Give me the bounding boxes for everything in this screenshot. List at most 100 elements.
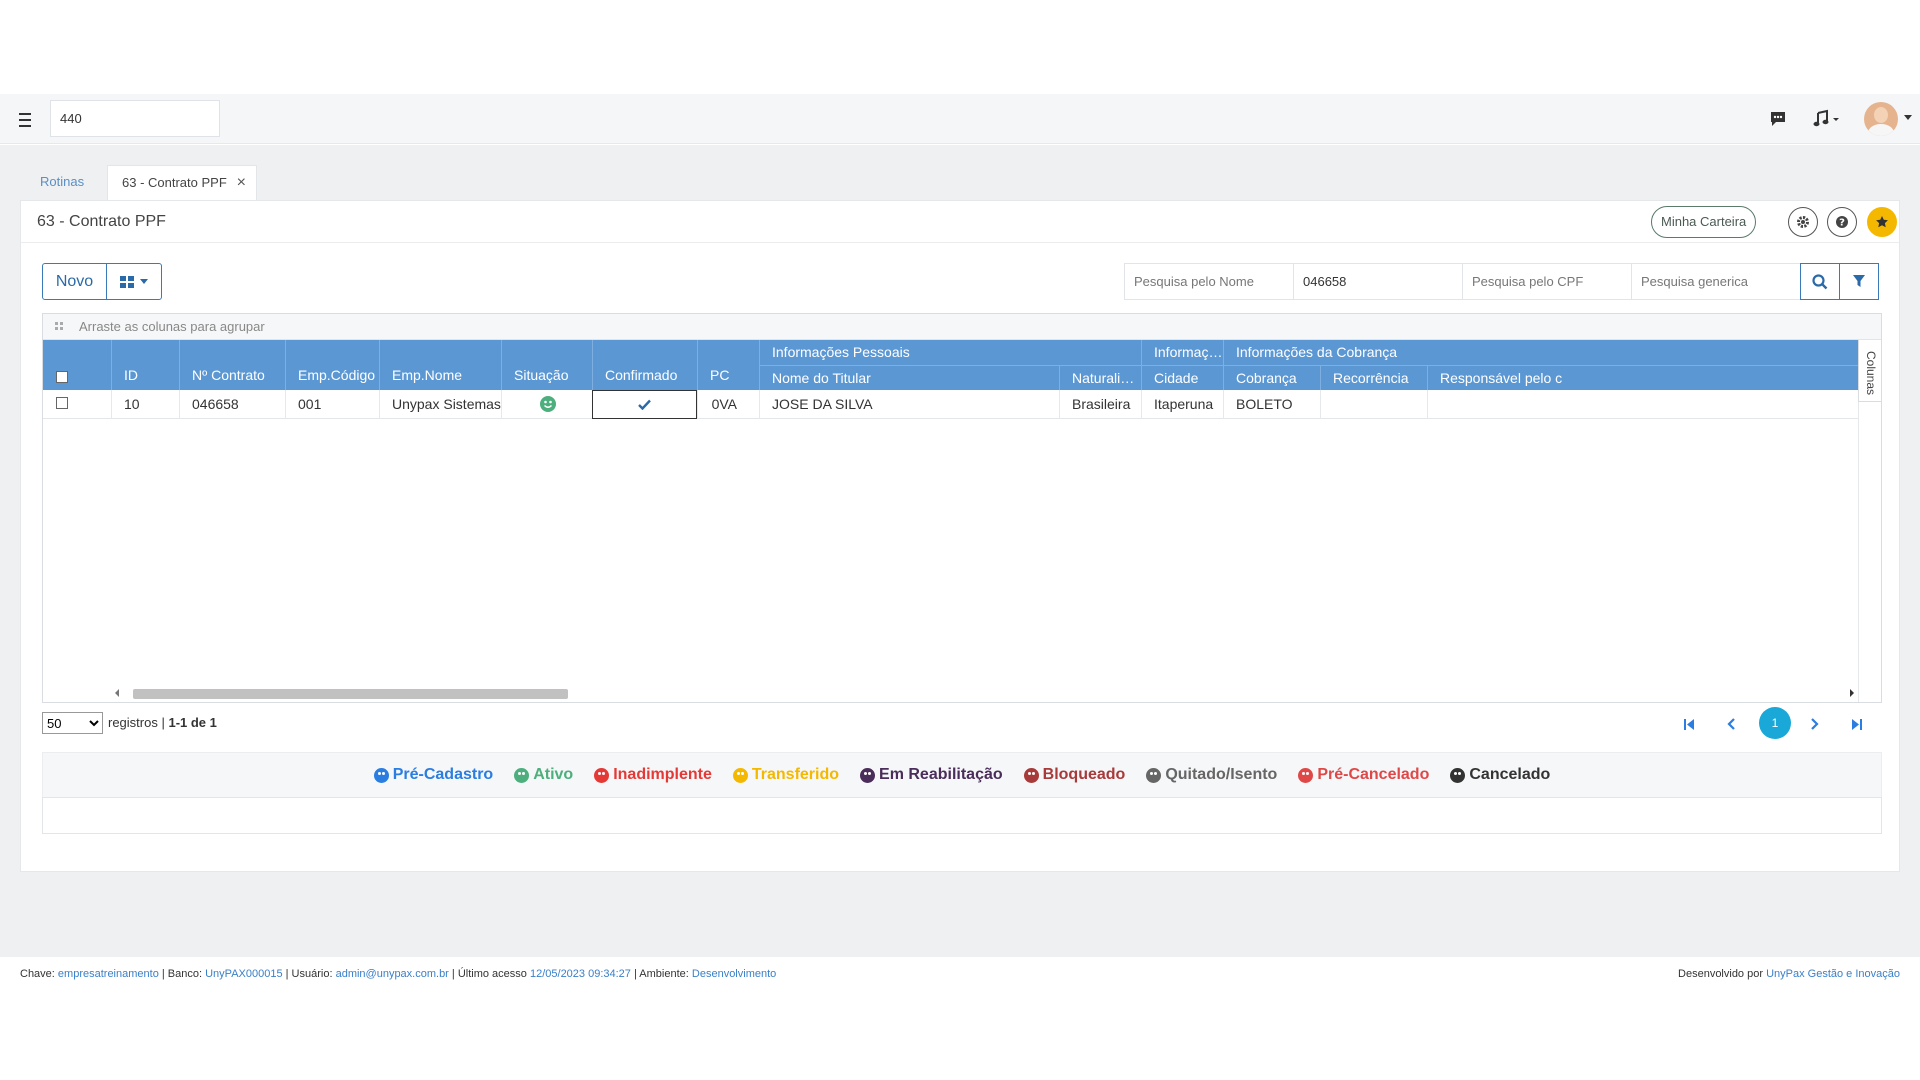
filter-button[interactable]	[1839, 263, 1879, 300]
group-drop-area[interactable]: Arraste as colunas para agrupar	[43, 314, 1881, 340]
status-face-icon	[1450, 767, 1466, 783]
row-checkbox[interactable]	[56, 397, 68, 409]
next-page-icon[interactable]	[1802, 711, 1828, 737]
colunas-toggle[interactable]: Colunas	[1858, 340, 1881, 402]
last-page-icon[interactable]	[1844, 711, 1870, 737]
chat-icon[interactable]	[1768, 108, 1788, 130]
help-icon[interactable]: ?	[1827, 207, 1857, 237]
search-generica-input[interactable]	[1631, 263, 1801, 300]
music-icon[interactable]	[1812, 108, 1842, 130]
footer-ambiente[interactable]: Desenvolvimento	[692, 968, 776, 980]
avatar[interactable]	[1864, 102, 1898, 136]
col-responsavel[interactable]: Responsável pelo c	[1427, 365, 1858, 390]
novo-button[interactable]: Novo	[42, 263, 107, 300]
col-cobranca[interactable]: Cobrança	[1223, 365, 1320, 390]
group-hint: Arraste as colunas para agrupar	[79, 319, 265, 334]
legend-item[interactable]: Em Reabilitação	[860, 766, 1003, 784]
legend-item[interactable]: Quitado/Isento	[1146, 766, 1277, 784]
horizontal-scrollbar[interactable]	[113, 686, 1858, 702]
scrollbar-thumb[interactable]	[133, 689, 568, 699]
page-current[interactable]: 1	[1759, 707, 1791, 739]
detail-area	[42, 797, 1882, 834]
footer-usuario[interactable]: admin@unypax.com.br	[336, 968, 449, 980]
search-contrato-input[interactable]	[1293, 263, 1463, 300]
col-emp-codigo[interactable]: Emp.Código	[285, 340, 379, 390]
grid-header: ID Nº Contrato Emp.Código Emp.Nome Situa…	[43, 340, 1858, 390]
legend-item[interactable]: Cancelado	[1450, 766, 1550, 784]
col-pc[interactable]: PC	[697, 340, 759, 390]
status-face-icon	[1298, 767, 1314, 783]
legend-label: Cancelado	[1469, 766, 1551, 783]
scroll-right-icon[interactable]	[1850, 689, 1854, 697]
legend-item[interactable]: Inadimplente	[594, 766, 712, 784]
select-all-checkbox[interactable]	[56, 371, 68, 383]
search-button[interactable]	[1800, 263, 1840, 300]
cell-emp-nome: Unypax Sistemas	[379, 390, 501, 419]
col-emp-nome[interactable]: Emp.Nome	[379, 340, 501, 390]
menu-icon[interactable]	[16, 107, 34, 129]
tab-contrato-ppf[interactable]: 63 - Contrato PPF ×	[107, 165, 257, 201]
contracts-grid: Arraste as colunas para agrupar ID Nº Co…	[42, 313, 1882, 703]
footer-acesso[interactable]: 12/05/2023 09:34:27	[530, 968, 631, 980]
table-row[interactable]: 10 046658 001 Unypax Sistemas 0VA JOSE D…	[43, 390, 1858, 419]
view-mode-dropdown[interactable]	[106, 263, 162, 300]
col-nome-titular[interactable]: Nome do Titular	[759, 365, 1059, 390]
prev-page-icon[interactable]	[1718, 711, 1744, 737]
col-situacao[interactable]: Situação	[501, 340, 592, 390]
tab-rotinas[interactable]: Rotinas	[26, 165, 98, 201]
footer-dev-link[interactable]: UnyPax Gestão e Inovação	[1766, 968, 1900, 980]
cell-confirmado[interactable]	[592, 390, 697, 419]
band-informacoes-cobranca: Informações da Cobrança	[1223, 340, 1858, 365]
cell-contrato: 046658	[179, 390, 285, 419]
tab-contrato-label: 63 - Contrato PPF	[122, 175, 227, 190]
svg-text:?: ?	[1839, 218, 1845, 229]
pager-info: registros | 1-1 de 1	[108, 715, 217, 730]
pager-range: 1-1 de 1	[168, 715, 217, 730]
contract-panel: 63 - Contrato PPF Minha Carteira ? Novo …	[20, 200, 1900, 872]
search-cpf-input[interactable]	[1462, 263, 1632, 300]
vertical-scrollbar[interactable]	[1858, 402, 1881, 702]
page-size-select[interactable]: 50	[42, 712, 103, 734]
star-icon[interactable]	[1867, 207, 1897, 237]
minha-carteira-button[interactable]: Minha Carteira	[1651, 206, 1757, 238]
legend-item[interactable]: Bloqueado	[1023, 766, 1125, 784]
close-icon[interactable]: ×	[237, 166, 246, 200]
status-face-icon	[860, 767, 876, 783]
panel-header: 63 - Contrato PPF Minha Carteira ?	[21, 201, 1899, 243]
footer-usuario-label: | Usuário:	[285, 968, 333, 980]
footer-chave[interactable]: empresatreinamento	[58, 968, 159, 980]
cell-cidade: Itaperuna	[1141, 390, 1223, 419]
scroll-left-icon[interactable]	[115, 689, 119, 697]
cell-responsavel	[1427, 390, 1858, 419]
avatar-caret-icon[interactable]	[1904, 115, 1912, 121]
status-face-icon	[732, 767, 748, 783]
col-cidade[interactable]: Cidade	[1141, 365, 1223, 390]
search-nome-input[interactable]	[1124, 263, 1294, 300]
routine-search-input[interactable]	[50, 100, 220, 137]
col-naturalidade[interactable]: Naturali…	[1059, 365, 1141, 390]
col-id[interactable]: ID	[111, 340, 179, 390]
check-icon	[638, 399, 651, 410]
top-navbar	[0, 94, 1920, 144]
legend-item[interactable]: Pré-Cancelado	[1298, 766, 1429, 784]
footer-banco-label: | Banco:	[161, 968, 203, 980]
footer-dev-label: Desenvolvido por	[1678, 968, 1764, 980]
col-recorrencia[interactable]: Recorrência	[1320, 365, 1427, 390]
smile-icon	[540, 396, 556, 412]
legend-item[interactable]: Pré-Cadastro	[373, 766, 493, 784]
legend-item[interactable]: Ativo	[514, 766, 573, 784]
band-informacoes-pessoais: Informações Pessoais	[759, 340, 1141, 365]
legend-item[interactable]: Transferido	[732, 766, 839, 784]
col-contrato[interactable]: Nº Contrato	[179, 340, 285, 390]
cell-emp-codigo: 001	[285, 390, 379, 419]
first-page-icon[interactable]	[1676, 711, 1702, 737]
cell-id: 10	[111, 390, 179, 419]
gear-icon[interactable]	[1788, 207, 1818, 237]
status-face-icon	[594, 767, 610, 783]
status-legend: Pré-Cadastro Ativo Inadimplente Transferido…	[42, 752, 1882, 798]
chevron-down-icon	[140, 279, 148, 284]
cell-recorrencia	[1320, 390, 1427, 419]
cell-situacao	[501, 390, 592, 419]
footer-banco[interactable]: UnyPAX000015	[205, 968, 282, 980]
col-confirmado[interactable]: Confirmado	[592, 340, 697, 390]
